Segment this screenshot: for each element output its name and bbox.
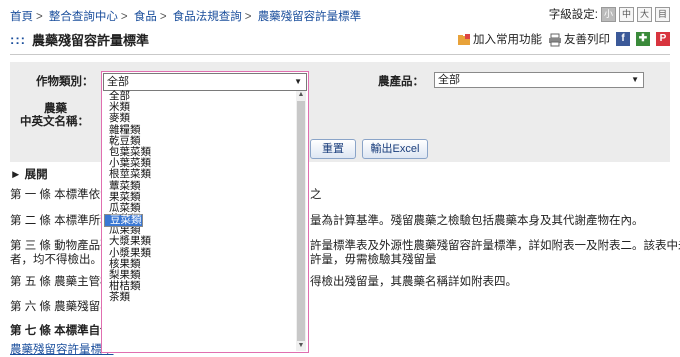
reset-button[interactable]: 重置 [310,139,356,159]
article-2: 第 二 條 本標準所稱 [10,215,112,227]
article-2-tail: 量為計算基準。殘留農藥之檢驗包括農藥本身及其代謝產物在內。 [310,215,644,227]
scroll-down-icon[interactable]: ▼ [296,342,306,351]
crop-category-dropdown[interactable]: 全部 ▼ 全部 米類 麥類 雜糧類 乾豆類 包葉菜類 小葉菜類 根莖菜類 蕈菜類 果菜類 瓜菜類 豆菜類… [101,71,309,353]
printer-icon [549,33,561,47]
export-excel-button[interactable]: 輸出Excel [362,139,428,159]
dropdown-option[interactable]: 茶類 [104,292,297,303]
scroll-thumb[interactable] [297,101,305,341]
share-icon[interactable]: ✚ [636,32,650,46]
chevron-down-icon: ▼ [631,75,639,84]
favorite-folder-icon [458,33,470,45]
dropdown-option[interactable]: 根莖菜類 [104,169,297,180]
breadcrumb-law[interactable]: 食品法規查詢 [173,11,242,23]
scroll-up-icon[interactable]: ▲ [296,91,306,100]
plurk-icon[interactable]: P [656,32,670,46]
standard-link[interactable]: 農藥殘留容許量標準 [10,341,114,357]
title-divider [10,54,670,55]
crop-select[interactable]: 全部 ▼ [103,73,307,91]
font-reset-button[interactable]: 目 [655,6,670,22]
print-link[interactable]: 友善列印 [548,31,610,47]
product-label: 農產品： [378,76,424,88]
font-medium-button[interactable]: 中 [619,6,634,22]
dropdown-options: 全部米類麥類雜糧類乾豆類包葉菜類小葉菜類根莖菜類蕈菜類果菜類瓜菜類豆菜類芽菜類瓜… [104,90,297,304]
article-7: 第 七 條 本標準自發 [10,325,112,337]
breadcrumb-current[interactable]: 農藥殘留容許量標準 [258,11,362,23]
dropdown-option[interactable]: 大漿果類 [104,236,297,247]
breadcrumb-home[interactable]: 首頁 [10,11,33,23]
article-5: 第 五 條 農藥主管機 [10,276,112,288]
article-6: 第 六 條 農藥殘留容 [10,301,112,313]
font-size-label: 字級設定: [548,9,598,21]
breadcrumb-center[interactable]: 整合查詢中心 [49,11,118,23]
dropdown-option[interactable]: 蕈菜類 [104,180,297,192]
article-1-tail: 之 [310,189,322,201]
article-3-line2-tail: 許量，毋需檢驗其殘留量 [310,254,437,266]
dropdown-option[interactable]: 麥類 [104,113,297,124]
breadcrumb-food[interactable]: 食品 [134,11,157,23]
article-3-line2: 者，均不得檢出。 [10,254,102,266]
font-small-button[interactable]: 小 [601,6,616,22]
article-5-tail: 得檢出殘留量，其農藥名稱詳如附表四。 [310,276,517,288]
product-select[interactable]: 全部 ▼ [434,72,644,88]
font-size-setting: 字級設定: 小 中 大 目 [549,6,670,22]
breadcrumb: 首頁 > 整合查詢中心 > 食品 > 食品法規查詢 > 農藥殘留容許量標準 [10,11,362,23]
dropdown-option[interactable]: 豆菜類 [104,214,143,228]
page-title-row: ::: 農藥殘留容許量標準 [10,30,149,49]
chevron-down-icon: ▼ [294,77,302,86]
crop-label: 作物類別： [36,76,94,88]
expand-toggle[interactable]: ► 展開 [10,166,48,182]
dropdown-option[interactable]: 全部 [104,90,297,102]
dropdown-option[interactable]: 柑桔類 [104,280,297,292]
dropdown-scrollbar[interactable]: ▲ ▼ [296,91,306,351]
title-dots-icon: ::: [10,32,26,47]
add-favorite-link[interactable]: 加入常用功能 [457,31,542,47]
font-large-button[interactable]: 大 [637,6,652,22]
page-tools: 加入常用功能 友善列印 f ✚ P [457,31,670,47]
facebook-icon[interactable]: f [616,32,630,46]
dropdown-option[interactable]: 米類 [104,101,297,113]
article-1: 第 一 條 本標準依食 [10,189,112,201]
pesticide-label-line2: 中英文名稱： [20,116,89,128]
page-title: 農藥殘留容許量標準 [32,33,150,48]
